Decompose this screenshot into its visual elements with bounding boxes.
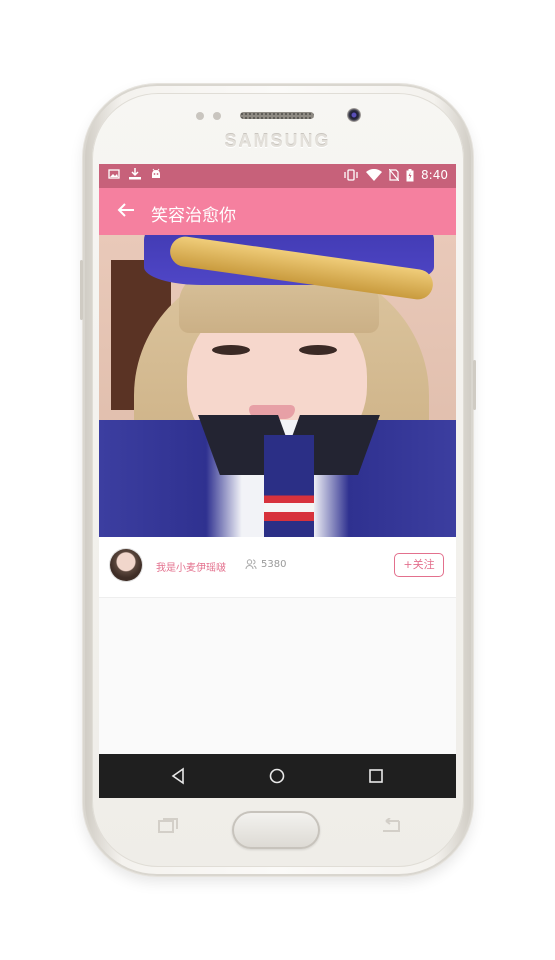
viewers-icon	[245, 559, 257, 570]
wifi-icon	[366, 169, 383, 181]
streamer-name[interactable]: 我是小麦伊瑶啵	[156, 559, 226, 574]
live-video-player[interactable]	[99, 235, 456, 537]
video-subject-eye	[212, 345, 250, 355]
video-subject-tie	[264, 435, 314, 537]
brand-logo: SAMSUNG	[224, 131, 331, 151]
streamer-info-row: 我是小麦伊瑶啵 5380 +关注	[99, 537, 456, 598]
front-camera	[347, 108, 361, 122]
power-button	[473, 360, 476, 410]
navigation-bar	[99, 754, 456, 798]
status-bar: 8:40	[99, 164, 456, 188]
no-sim-icon	[389, 169, 400, 181]
screen: 8:40 笑容治愈你 我是小麦伊瑶啵 5380 +关注	[99, 164, 456, 798]
volume-button	[80, 260, 83, 320]
back-hardware-key[interactable]	[379, 817, 403, 839]
video-subject-eye	[299, 345, 337, 355]
status-time: 8:40	[421, 168, 448, 182]
follow-button[interactable]: +关注	[394, 553, 444, 577]
home-hardware-button[interactable]	[232, 811, 320, 849]
recents-key-icon	[158, 818, 178, 833]
page-title: 笑容治愈你	[151, 206, 236, 226]
image-icon	[108, 169, 120, 179]
app-bar: 笑容治愈你	[99, 188, 456, 235]
earpiece-speaker	[240, 112, 314, 119]
vibrate-icon	[344, 169, 358, 181]
recents-hardware-key[interactable]	[157, 818, 179, 839]
streamer-avatar[interactable]	[110, 549, 142, 581]
android-icon	[152, 168, 160, 178]
back-key-icon	[383, 817, 400, 832]
home-icon[interactable]	[265, 764, 289, 788]
battery-icon	[406, 168, 414, 181]
proximity-sensor	[196, 112, 204, 120]
light-sensor	[213, 112, 221, 120]
back-icon[interactable]	[166, 764, 190, 788]
content-area	[99, 598, 456, 754]
recents-icon[interactable]	[364, 764, 388, 788]
back-arrow-icon[interactable]	[115, 199, 137, 221]
download-icon	[129, 168, 141, 180]
viewer-count: 5380	[261, 559, 287, 570]
